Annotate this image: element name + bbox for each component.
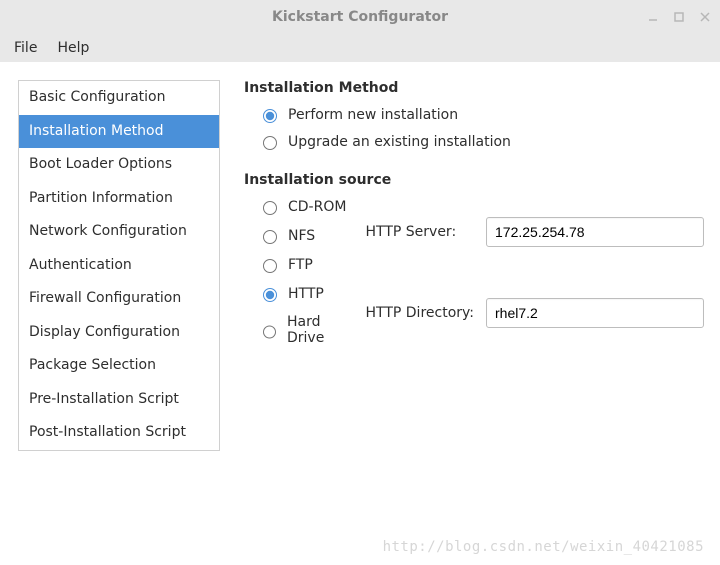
radio-http[interactable]: HTTP bbox=[258, 285, 352, 302]
radio-label-upgrade: Upgrade an existing installation bbox=[288, 134, 511, 150]
sidebar-item-firewall-configuration[interactable]: Firewall Configuration bbox=[19, 282, 219, 316]
sidebar-item-network-configuration[interactable]: Network Configuration bbox=[19, 215, 219, 249]
sidebar-item-partition-information[interactable]: Partition Information bbox=[19, 182, 219, 216]
http-fields: HTTP Server: HTTP Directory: bbox=[366, 198, 705, 346]
radio-input-harddrive[interactable] bbox=[263, 325, 276, 339]
radio-upgrade-existing-installation[interactable]: Upgrade an existing installation bbox=[258, 133, 704, 150]
sidebar-item-authentication[interactable]: Authentication bbox=[19, 249, 219, 283]
sidebar-item-basic-configuration[interactable]: Basic Configuration bbox=[19, 81, 219, 115]
installation-source-options: CD-ROM NFS FTP HTTP Hard Drive bbox=[258, 198, 352, 346]
installation-source-block: CD-ROM NFS FTP HTTP Hard Drive bbox=[244, 198, 704, 346]
radio-input-http[interactable] bbox=[263, 288, 277, 302]
installation-source-heading: Installation source bbox=[244, 172, 704, 188]
menubar: File Help bbox=[0, 34, 720, 62]
menu-file[interactable]: File bbox=[6, 36, 45, 60]
sidebar-item-display-configuration[interactable]: Display Configuration bbox=[19, 316, 219, 350]
sidebar-item-post-installation-script[interactable]: Post-Installation Script bbox=[19, 416, 219, 450]
radio-input-cdrom[interactable] bbox=[263, 201, 277, 215]
radio-label-harddrive: Hard Drive bbox=[287, 314, 352, 346]
sidebar: Basic Configuration Installation Method … bbox=[18, 80, 220, 451]
menu-help[interactable]: Help bbox=[49, 36, 97, 60]
http-server-input[interactable] bbox=[486, 217, 704, 247]
radio-label-cdrom: CD-ROM bbox=[288, 199, 346, 215]
close-icon[interactable] bbox=[698, 10, 712, 24]
window-controls bbox=[646, 0, 712, 34]
sidebar-item-boot-loader-options[interactable]: Boot Loader Options bbox=[19, 148, 219, 182]
radio-label-new: Perform new installation bbox=[288, 107, 458, 123]
sidebar-item-package-selection[interactable]: Package Selection bbox=[19, 349, 219, 383]
radio-input-nfs[interactable] bbox=[263, 230, 277, 244]
app-body: Basic Configuration Installation Method … bbox=[0, 62, 720, 565]
minimize-icon[interactable] bbox=[646, 10, 660, 24]
http-directory-input[interactable] bbox=[486, 298, 704, 328]
radio-label-ftp: FTP bbox=[288, 257, 313, 273]
titlebar: Kickstart Configurator bbox=[0, 0, 720, 34]
radio-label-nfs: NFS bbox=[288, 228, 315, 244]
radio-hard-drive[interactable]: Hard Drive bbox=[258, 314, 352, 346]
sidebar-item-installation-method[interactable]: Installation Method bbox=[19, 115, 219, 149]
radio-label-http: HTTP bbox=[288, 286, 324, 302]
radio-cdrom[interactable]: CD-ROM bbox=[258, 198, 352, 215]
maximize-icon[interactable] bbox=[672, 10, 686, 24]
sidebar-item-pre-installation-script[interactable]: Pre-Installation Script bbox=[19, 383, 219, 417]
http-server-label: HTTP Server: bbox=[366, 224, 475, 240]
radio-ftp[interactable]: FTP bbox=[258, 256, 352, 273]
main-pane: Installation Method Perform new installa… bbox=[220, 80, 704, 549]
window-title: Kickstart Configurator bbox=[272, 9, 448, 25]
radio-nfs[interactable]: NFS bbox=[258, 227, 352, 244]
http-directory-label: HTTP Directory: bbox=[366, 305, 475, 321]
radio-input-ftp[interactable] bbox=[263, 259, 277, 273]
radio-perform-new-installation[interactable]: Perform new installation bbox=[258, 106, 704, 123]
radio-input-upgrade[interactable] bbox=[263, 136, 277, 150]
watermark: http://blog.csdn.net/weixin_40421085 bbox=[383, 539, 704, 555]
installation-method-heading: Installation Method bbox=[244, 80, 704, 96]
installation-method-options: Perform new installation Upgrade an exis… bbox=[244, 106, 704, 150]
radio-input-new[interactable] bbox=[263, 109, 277, 123]
